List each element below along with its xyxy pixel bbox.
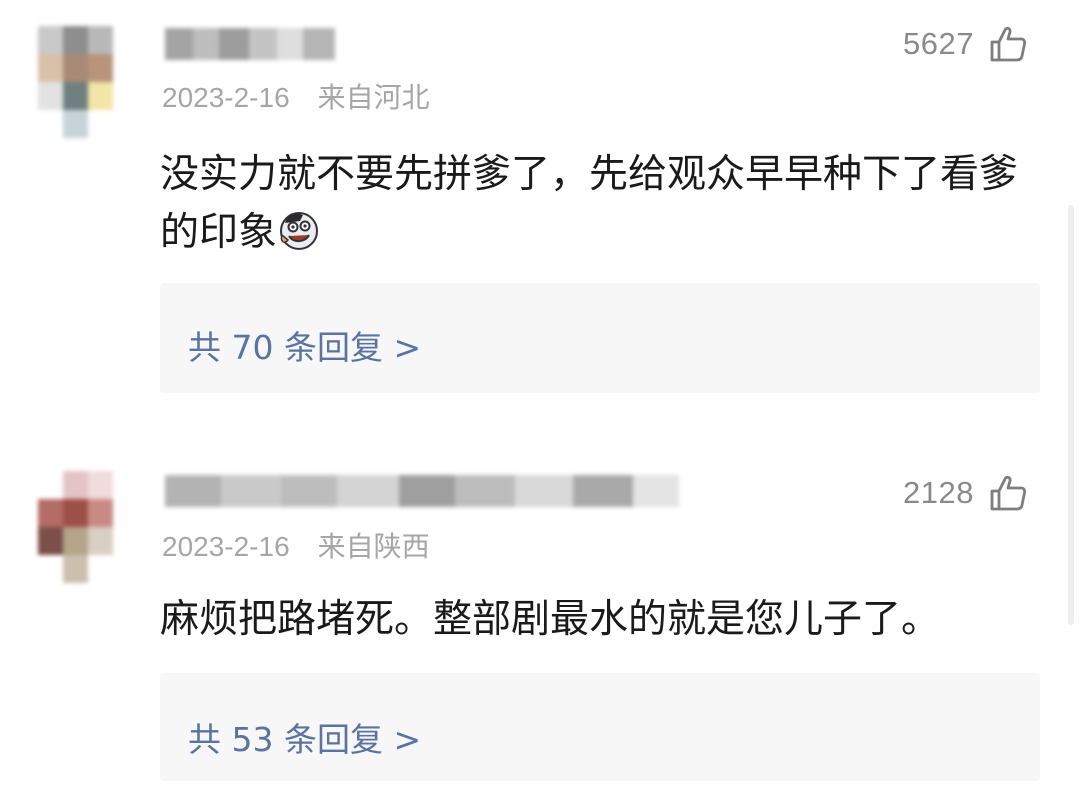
laughing-face-emoji-icon bbox=[280, 212, 319, 250]
scrollbar[interactable] bbox=[1068, 205, 1074, 625]
username-redacted[interactable] bbox=[165, 475, 679, 507]
like-button[interactable]: 5627 bbox=[903, 24, 1028, 64]
comment-item: 2128 2023-2-16 来自陕西 麻烦把路堵死。整部剧最水的就是您儿子了。 … bbox=[0, 445, 1080, 785]
like-button[interactable]: 2128 bbox=[903, 473, 1028, 513]
thumbs-up-icon bbox=[990, 26, 1027, 62]
comment-date: 2023-2-16 bbox=[162, 531, 290, 562]
replies-label: 共 53 条回复 > bbox=[188, 720, 422, 759]
avatar[interactable] bbox=[38, 26, 138, 138]
comment-meta: 2023-2-16 来自河北 bbox=[162, 76, 430, 116]
like-count: 5627 bbox=[903, 26, 974, 61]
comment-item: 5627 2023-2-16 来自河北 没实力就不要先拼爹了，先给观众早早种下了看… bbox=[0, 0, 1080, 430]
view-replies-button[interactable]: 共 53 条回复 > bbox=[160, 673, 1040, 781]
replies-label: 共 70 条回复 > bbox=[188, 328, 422, 367]
avatar[interactable] bbox=[38, 471, 138, 583]
comment-date: 2023-2-16 bbox=[162, 82, 290, 113]
comment-location: 来自河北 bbox=[317, 82, 430, 113]
like-count: 2128 bbox=[903, 475, 974, 510]
username-redacted[interactable] bbox=[165, 28, 335, 60]
thumbs-up-icon bbox=[990, 475, 1027, 511]
comment-text: 麻烦把路堵死。整部剧最水的就是您儿子了。 bbox=[160, 591, 1030, 649]
comment-meta: 2023-2-16 来自陕西 bbox=[162, 525, 430, 565]
comment-location: 来自陕西 bbox=[317, 531, 430, 562]
view-replies-button[interactable]: 共 70 条回复 > bbox=[160, 283, 1040, 393]
comment-list: 5627 2023-2-16 来自河北 没实力就不要先拼爹了，先给观众早早种下了看… bbox=[0, 0, 1080, 785]
comment-body: 麻烦把路堵死。整部剧最水的就是您儿子了。 bbox=[160, 597, 941, 642]
comment-text: 没实力就不要先拼爹了，先给观众早早种下了看爹的印象 bbox=[160, 146, 1030, 262]
